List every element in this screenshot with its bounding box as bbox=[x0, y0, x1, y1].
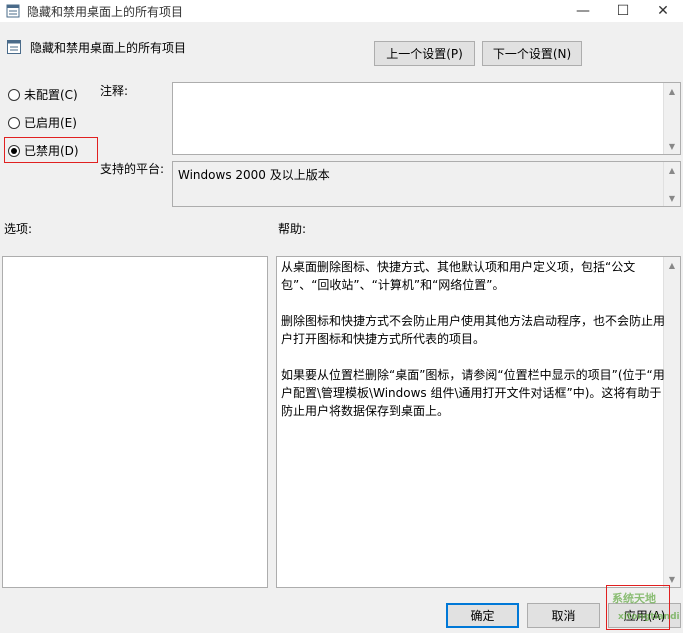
ok-button[interactable]: 确定 bbox=[446, 603, 519, 628]
scroll-down-icon[interactable]: ▼ bbox=[664, 190, 680, 206]
options-label: 选项: bbox=[4, 222, 33, 236]
cancel-button[interactable]: 取消 bbox=[527, 603, 600, 628]
window-title: 隐藏和禁用桌面上的所有项目 bbox=[27, 5, 184, 19]
highlight-box-disabled bbox=[4, 137, 98, 163]
scroll-up-icon[interactable]: ▲ bbox=[664, 83, 680, 99]
watermark-logo: 系统天地 bbox=[612, 590, 656, 606]
policy-icon bbox=[6, 39, 22, 55]
options-pane bbox=[2, 256, 268, 588]
policy-name: 隐藏和禁用桌面上的所有项目 bbox=[30, 41, 187, 55]
radio-circle bbox=[8, 116, 20, 129]
prev-setting-button[interactable]: 上一个设置(P) bbox=[374, 41, 475, 66]
platform-label: 支持的平台: bbox=[100, 162, 165, 176]
platform-box: Windows 2000 及以上版本 ▲ ▼ bbox=[172, 161, 681, 207]
radio-label: 已启用(E) bbox=[24, 116, 77, 130]
scroll-up-icon[interactable]: ▲ bbox=[664, 162, 680, 178]
minimize-button[interactable]: — bbox=[563, 0, 603, 22]
close-button[interactable]: ✕ bbox=[643, 0, 683, 22]
radio-not-configured[interactable]: 未配置(C) bbox=[8, 86, 78, 103]
watermark-domain: xitongtiandi bbox=[618, 612, 680, 622]
help-scrollbar[interactable]: ▲ ▼ bbox=[663, 257, 680, 587]
scroll-up-icon[interactable]: ▲ bbox=[664, 257, 680, 273]
comment-textarea[interactable]: ▲ ▼ bbox=[172, 82, 681, 155]
help-label: 帮助: bbox=[278, 222, 307, 236]
platform-value: Windows 2000 及以上版本 bbox=[178, 168, 330, 182]
maximize-button[interactable]: ☐ bbox=[603, 0, 643, 22]
radio-circle bbox=[8, 88, 20, 101]
watermark-domain-text: xitongtiandi bbox=[618, 612, 680, 622]
app-icon bbox=[6, 4, 20, 18]
next-setting-button[interactable]: 下一个设置(N) bbox=[482, 41, 582, 66]
comment-scrollbar[interactable]: ▲ ▼ bbox=[663, 83, 680, 154]
radio-label: 未配置(C) bbox=[24, 88, 78, 102]
comment-label: 注释: bbox=[100, 84, 129, 98]
scroll-down-icon[interactable]: ▼ bbox=[664, 138, 680, 154]
watermark-text: 系统天地 bbox=[612, 592, 656, 605]
comment-value bbox=[173, 83, 680, 91]
radio-enabled[interactable]: 已启用(E) bbox=[8, 114, 77, 131]
help-text: 从桌面删除图标、快捷方式、其他默认项和用户定义项，包括“公文包”、“回收站”、“… bbox=[281, 260, 666, 418]
platform-scrollbar[interactable]: ▲ ▼ bbox=[663, 162, 680, 206]
